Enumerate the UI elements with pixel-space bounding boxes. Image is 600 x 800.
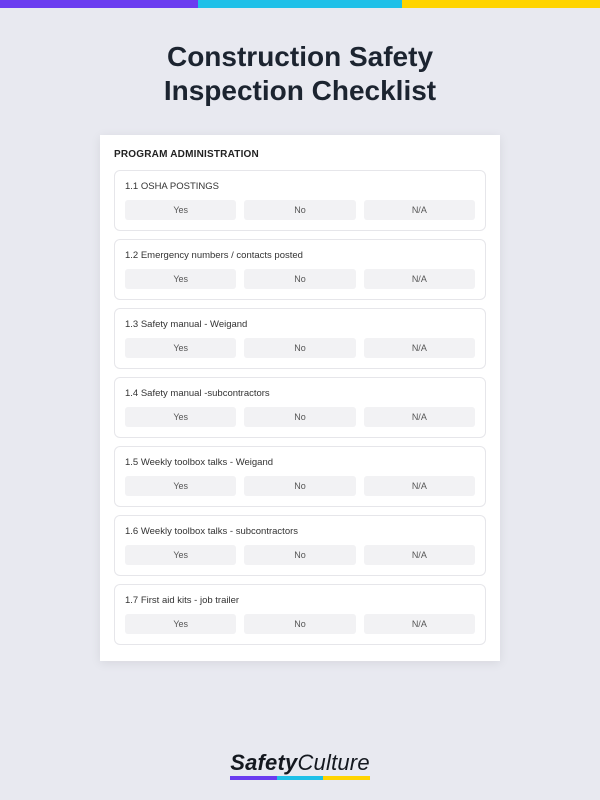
brand-underline bbox=[230, 776, 370, 780]
item-question: 1.3 Safety manual - Weigand bbox=[125, 319, 475, 330]
bar-segment-yellow bbox=[402, 0, 600, 8]
option-yes[interactable]: Yes bbox=[125, 476, 236, 496]
brand-thin: Culture bbox=[297, 750, 369, 775]
option-no[interactable]: No bbox=[244, 338, 355, 358]
item-question: 1.1 OSHA POSTINGS bbox=[125, 181, 475, 192]
checklist-item: 1.5 Weekly toolbox talks - Weigand Yes N… bbox=[114, 446, 486, 507]
option-na[interactable]: N/A bbox=[364, 338, 475, 358]
option-yes[interactable]: Yes bbox=[125, 338, 236, 358]
option-row: Yes No N/A bbox=[125, 269, 475, 289]
brand-bold: Safety bbox=[230, 750, 297, 775]
option-row: Yes No N/A bbox=[125, 476, 475, 496]
option-na[interactable]: N/A bbox=[364, 200, 475, 220]
option-yes[interactable]: Yes bbox=[125, 200, 236, 220]
title-line-2: Inspection Checklist bbox=[164, 75, 436, 106]
option-no[interactable]: No bbox=[244, 407, 355, 427]
checklist-item: 1.2 Emergency numbers / contacts posted … bbox=[114, 239, 486, 300]
option-yes[interactable]: Yes bbox=[125, 407, 236, 427]
checklist-card: PROGRAM ADMINISTRATION 1.1 OSHA POSTINGS… bbox=[100, 135, 500, 661]
brand-top-bar bbox=[0, 0, 600, 8]
option-no[interactable]: No bbox=[244, 269, 355, 289]
item-question: 1.2 Emergency numbers / contacts posted bbox=[125, 250, 475, 261]
option-row: Yes No N/A bbox=[125, 614, 475, 634]
option-na[interactable]: N/A bbox=[364, 545, 475, 565]
option-yes[interactable]: Yes bbox=[125, 545, 236, 565]
bar-segment-purple bbox=[0, 0, 198, 8]
option-na[interactable]: N/A bbox=[364, 407, 475, 427]
option-na[interactable]: N/A bbox=[364, 476, 475, 496]
item-question: 1.7 First aid kits - job trailer bbox=[125, 595, 475, 606]
page-title: Construction Safety Inspection Checklist bbox=[0, 40, 600, 107]
title-line-1: Construction Safety bbox=[167, 41, 433, 72]
underline-cyan bbox=[277, 776, 324, 780]
checklist-item: 1.1 OSHA POSTINGS Yes No N/A bbox=[114, 170, 486, 231]
option-row: Yes No N/A bbox=[125, 200, 475, 220]
underline-purple bbox=[230, 776, 277, 780]
option-row: Yes No N/A bbox=[125, 407, 475, 427]
option-yes[interactable]: Yes bbox=[125, 614, 236, 634]
option-no[interactable]: No bbox=[244, 476, 355, 496]
option-row: Yes No N/A bbox=[125, 545, 475, 565]
bar-segment-cyan bbox=[198, 0, 402, 8]
section-header: PROGRAM ADMINISTRATION bbox=[114, 149, 486, 160]
brand-footer: SafetyCulture bbox=[0, 750, 600, 776]
option-yes[interactable]: Yes bbox=[125, 269, 236, 289]
option-no[interactable]: No bbox=[244, 614, 355, 634]
checklist-item: 1.6 Weekly toolbox talks - subcontractor… bbox=[114, 515, 486, 576]
item-question: 1.5 Weekly toolbox talks - Weigand bbox=[125, 457, 475, 468]
checklist-item: 1.3 Safety manual - Weigand Yes No N/A bbox=[114, 308, 486, 369]
option-na[interactable]: N/A bbox=[364, 269, 475, 289]
underline-yellow bbox=[323, 776, 370, 780]
checklist-item: 1.4 Safety manual -subcontractors Yes No… bbox=[114, 377, 486, 438]
checklist-item: 1.7 First aid kits - job trailer Yes No … bbox=[114, 584, 486, 645]
item-question: 1.6 Weekly toolbox talks - subcontractor… bbox=[125, 526, 475, 537]
item-question: 1.4 Safety manual -subcontractors bbox=[125, 388, 475, 399]
brand-logo: SafetyCulture bbox=[230, 750, 370, 776]
option-row: Yes No N/A bbox=[125, 338, 475, 358]
option-no[interactable]: No bbox=[244, 200, 355, 220]
option-no[interactable]: No bbox=[244, 545, 355, 565]
option-na[interactable]: N/A bbox=[364, 614, 475, 634]
